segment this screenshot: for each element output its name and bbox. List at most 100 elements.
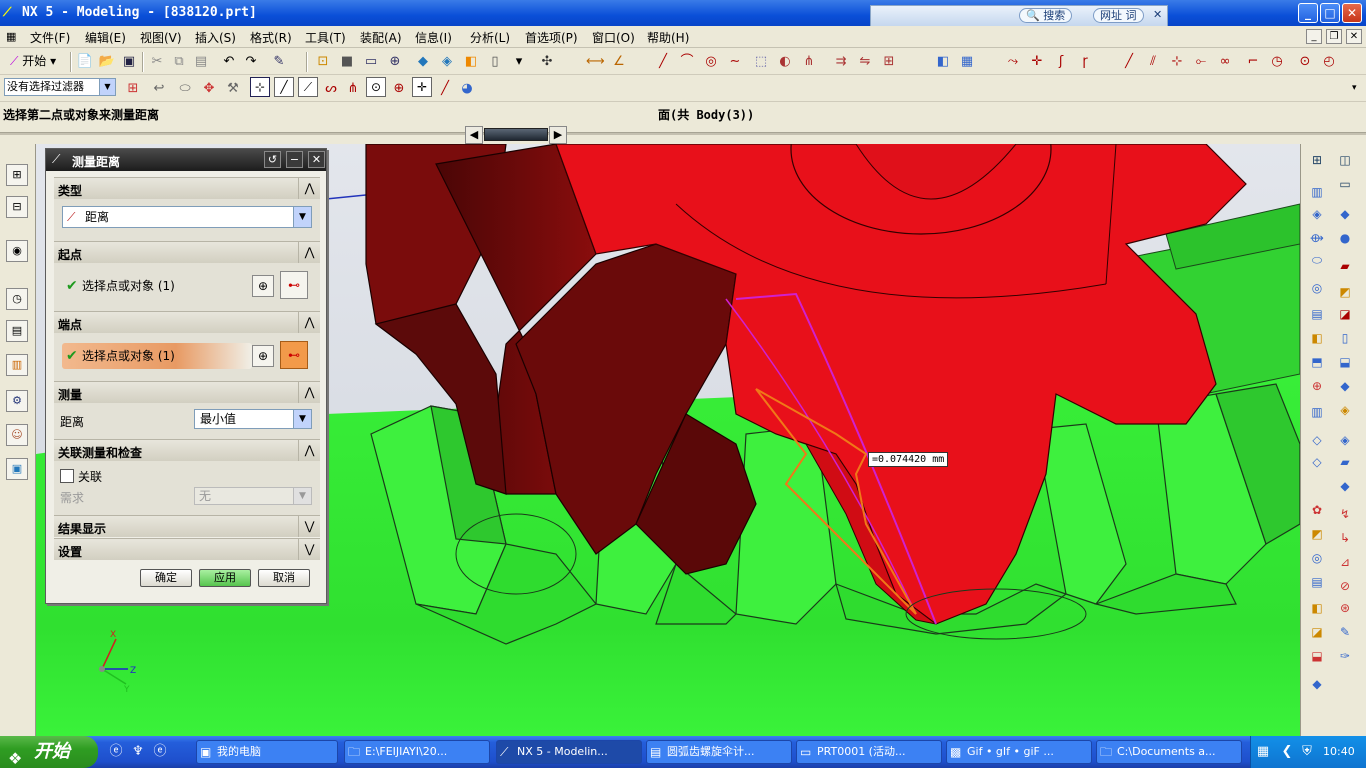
menu-window[interactable]: 窗口(O) (592, 29, 635, 46)
start-menu-button[interactable]: ⟋ 开始 ▾ (10, 52, 56, 69)
extract-icon[interactable]: ◎ (1309, 550, 1325, 566)
section-start-header[interactable]: 起点 ⋀ (54, 241, 320, 263)
new-view-icon[interactable]: ▭ (1337, 176, 1353, 192)
assembly-navigator-icon[interactable]: ⊞ (6, 164, 28, 186)
block-icon[interactable]: ▦ (958, 53, 976, 71)
open-folder-icon[interactable]: 📂 (98, 53, 116, 71)
selection-filter-select[interactable]: 没有选择过滤器 ▼ (4, 78, 116, 96)
menu-preferences[interactable]: 首选项(P) (525, 29, 578, 46)
menu-analysis[interactable]: 分析(L) (470, 29, 510, 46)
section-icon[interactable]: ⊘ (1337, 578, 1353, 594)
iso-curve-icon[interactable]: ⊿ (1337, 554, 1353, 570)
end-select-row[interactable]: ✔ 选择点或对象 (1) (62, 343, 252, 369)
hook-icon[interactable]: ⌐ (1244, 53, 1262, 71)
projection-icon[interactable]: ↳ (1337, 530, 1353, 546)
cube-icon[interactable]: ◆ (1337, 206, 1353, 222)
magnify-icon[interactable]: ⊕ (386, 53, 404, 71)
section-type-header[interactable]: 类型 ⋀ (54, 177, 320, 199)
snap-midpoint-icon[interactable]: ⟋ (298, 77, 318, 97)
split-body-icon[interactable]: ⬓ (1337, 354, 1353, 370)
pattern-feature-icon[interactable]: ◈ (1337, 402, 1353, 418)
display-part-icon[interactable]: ◫ (1337, 152, 1353, 168)
scroll-thumb[interactable] (484, 128, 548, 141)
inferred-point-button[interactable]: ⊷ (280, 271, 308, 299)
boss-icon[interactable]: ▤ (1309, 306, 1325, 322)
sphere-icon[interactable]: ● (1337, 230, 1353, 246)
cross-tool-icon[interactable]: ✛ (1028, 53, 1046, 71)
sew-icon[interactable]: ✿ (1309, 502, 1325, 518)
distance-mode-select[interactable]: 最小值 ▼ (194, 409, 312, 429)
save-icon[interactable]: ▣ (120, 53, 138, 71)
point-constructor-icon[interactable]: ◕ (458, 80, 476, 98)
edit-object-icon[interactable]: ✎ (270, 53, 288, 71)
maximize-button[interactable]: □ (1320, 3, 1340, 23)
diagonal-line-icon[interactable]: ╱ (1120, 53, 1138, 71)
wireframe-view-icon[interactable]: ◈ (438, 53, 456, 71)
apply-button[interactable]: 应用 (199, 569, 251, 587)
url-button[interactable]: 网址 词 (1093, 8, 1144, 23)
scroll-right-button[interactable]: ▶ (549, 126, 567, 144)
task-explorer-feijiayi[interactable]: 🗀 E:\FEIJIAYI\20... (344, 740, 490, 764)
tangent-icon[interactable]: ⊹ (1168, 53, 1186, 71)
dialog-close-icon[interactable]: ✕ (308, 151, 325, 168)
type-select[interactable]: ⟋ 距离 ▼ (62, 206, 312, 228)
security-shield-icon[interactable]: ⛨ (1299, 744, 1315, 760)
select-body-icon[interactable]: ⬭ (176, 80, 194, 98)
menu-view[interactable]: 视图(V) (140, 29, 182, 46)
shell-icon[interactable]: ▯ (1337, 330, 1353, 346)
view-layout-icon[interactable]: ⊞ (1309, 152, 1325, 168)
task-word-doc[interactable]: ▤ 圆弧齿螺旋伞计... (646, 740, 792, 764)
attach-icon[interactable]: ◪ (1309, 624, 1325, 640)
circle-tool-icon[interactable]: ◎ (702, 53, 720, 71)
menu-format[interactable]: 格式(R) (250, 29, 292, 46)
point-dialog-button[interactable]: ⊕ (252, 275, 274, 297)
sketch-icon[interactable]: ◈ (1309, 206, 1325, 222)
helix-icon[interactable]: ɼ (1076, 53, 1094, 71)
history-icon[interactable]: ◷ (6, 288, 28, 310)
section-settings-header[interactable]: 设置 ⋁ (54, 538, 320, 560)
layer-icon[interactable]: ▯ (486, 53, 504, 71)
menu-information[interactable]: 信息(I) (415, 29, 452, 46)
end-point-dialog-button[interactable]: ⊕ (252, 345, 274, 367)
pattern-icon[interactable]: ⊞ (880, 53, 898, 71)
select-all-icon[interactable]: ⊞ (124, 80, 142, 98)
cancel-button[interactable]: 取消 (258, 569, 310, 587)
extrude-icon[interactable]: ⬚ (752, 53, 770, 71)
reset-icon[interactable]: ↺ (264, 151, 281, 168)
section-assoc-header[interactable]: 关联测量和检查 ⋀ (54, 439, 320, 461)
associative-checkbox[interactable] (60, 469, 74, 483)
snap-center-icon[interactable]: ⊙ (366, 77, 386, 97)
sweep-icon[interactable]: ◆ (1337, 478, 1353, 494)
mesh-icon[interactable]: ◈ (1337, 432, 1353, 448)
thicken-icon[interactable]: ◧ (1309, 600, 1325, 616)
part-navigator-icon[interactable]: ◉ (6, 240, 28, 262)
doc-minimize-button[interactable]: _ (1306, 29, 1322, 44)
new-file-icon[interactable]: 📄 (76, 53, 94, 71)
dropdown-icon[interactable]: ▾ (510, 53, 528, 71)
offset-icon[interactable]: ⇉ (832, 53, 850, 71)
doc-close-button[interactable]: ✕ (1346, 29, 1362, 44)
undo-icon[interactable]: ↶ (220, 53, 238, 71)
section-measure-header[interactable]: 测量 ⋀ (54, 381, 320, 403)
point-line-icon[interactable]: ⟜ (1192, 53, 1210, 71)
search-button[interactable]: 🔍 搜索 (1019, 8, 1073, 23)
hole-icon[interactable]: ◎ (1309, 280, 1325, 296)
search-close-icon[interactable]: ✕ (1153, 8, 1162, 21)
zoom-window-icon[interactable]: ■ (338, 53, 356, 71)
tray-arrow-icon[interactable]: ❮ (1279, 744, 1295, 760)
snap-point-on-face-icon[interactable]: ✛ (412, 77, 432, 97)
snap-line-icon[interactable]: ╱ (274, 77, 294, 97)
blend-icon[interactable]: ◪ (1337, 306, 1353, 322)
face-icon[interactable]: ▰ (1337, 258, 1353, 274)
chain-icon[interactable]: ∞ (1216, 53, 1234, 71)
keyboard-icon[interactable]: ▦ (1255, 744, 1271, 760)
ruled-icon[interactable]: ◇ (1309, 454, 1325, 470)
filter-tool-icon[interactable]: ⚒ (224, 80, 242, 98)
snap-intersection-icon[interactable]: ⋔ (344, 80, 362, 98)
zoom-icon[interactable]: ▭ (362, 53, 380, 71)
reuse-library-icon[interactable]: ▤ (6, 320, 28, 342)
quick-pick-icon[interactable]: ✥ (200, 80, 218, 98)
draft-icon[interactable]: ◧ (1309, 330, 1325, 346)
ie-quicklaunch-icon[interactable]: ⓔ (108, 744, 124, 760)
spline-icon[interactable]: ∼ (726, 53, 744, 71)
